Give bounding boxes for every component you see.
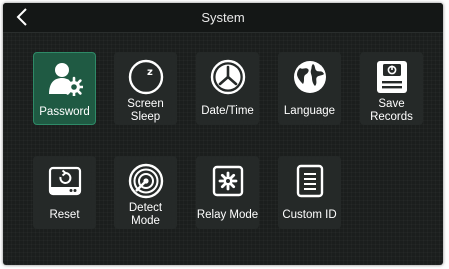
svg-text:z: z	[147, 67, 153, 78]
reset-tile[interactable]: Reset	[33, 156, 96, 229]
clock-icon	[210, 59, 245, 95]
tile-label: Date/Time	[201, 105, 254, 117]
title-bar: System	[3, 3, 443, 33]
system-screen: System Password z Screen Sleep Date/Time…	[3, 3, 443, 265]
tile-label: Detect Mode	[128, 202, 163, 227]
radar-icon	[128, 163, 163, 199]
date-time-tile[interactable]: Date/Time	[196, 52, 259, 125]
page-title: System	[201, 10, 245, 25]
save-records-icon	[376, 61, 407, 93]
password-tile[interactable]: Password	[33, 52, 96, 125]
globe-icon	[293, 61, 326, 93]
tile-label: Relay Mode	[196, 209, 259, 221]
sleep-icon: z	[128, 59, 163, 95]
screen-sleep-tile[interactable]: z Screen Sleep	[114, 52, 177, 125]
custom-id-icon	[296, 164, 323, 198]
relay-mode-tile[interactable]: Relay Mode	[196, 156, 259, 229]
tile-label: Language	[283, 105, 336, 117]
tile-label: Reset	[49, 209, 80, 221]
tile-label: Screen Sleep	[127, 98, 164, 123]
save-records-tile[interactable]: Save Records	[360, 52, 423, 125]
custom-id-tile[interactable]: Custom ID	[278, 156, 341, 229]
language-tile[interactable]: Language	[278, 52, 341, 125]
tile-label: Custom ID	[282, 209, 337, 221]
tile-label: Password	[39, 106, 90, 118]
reset-icon	[48, 166, 81, 196]
detect-mode-tile[interactable]: Detect Mode	[114, 156, 177, 229]
relay-icon	[212, 165, 243, 197]
tile-label: Save Records	[370, 98, 413, 123]
password-icon	[48, 63, 83, 96]
